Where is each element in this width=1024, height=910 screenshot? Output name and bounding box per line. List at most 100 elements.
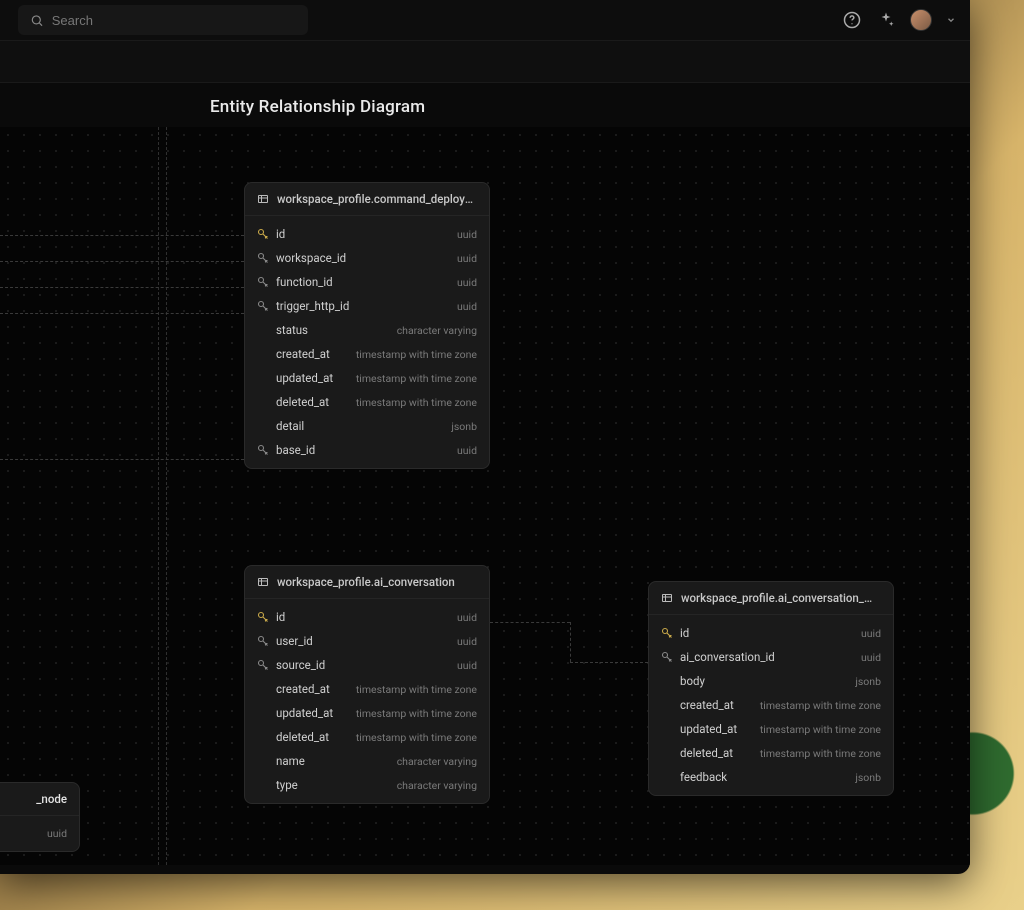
column-name: updated_at [680,722,737,736]
column-row: deleted_at timestamp with time zone [649,741,893,765]
column-name: name [276,754,305,768]
relation-line [570,662,648,663]
search-input[interactable] [52,13,296,28]
blank-icon [257,324,269,336]
column-row: user_iduuid [245,629,489,653]
column-type: jsonb [451,420,477,433]
relation-line [490,622,570,623]
column-row: function_id uuid [245,270,489,294]
column-row: updated_attimestamp with time zone [245,701,489,725]
column-name: source_id [276,658,325,672]
blank-icon [257,420,269,432]
foreign-key-icon [257,659,269,671]
column-type: timestamp with time zone [356,731,477,744]
column-row: updated_attimestamp with time zone [649,717,893,741]
column-row: deleted_at timestamp with time zone [245,725,489,749]
blank-icon [257,731,269,743]
column-row: typecharacter varying [245,773,489,797]
entity-name: workspace_profile.command_deployment [277,192,477,206]
blank-icon [661,699,673,711]
blank-icon [661,747,673,759]
column-row: ai_conversation_iduuid [649,645,893,669]
blank-icon [257,396,269,408]
help-icon [843,11,861,29]
column-name: trigger_http_id [276,299,349,313]
column-row: workspace_iduuid [245,246,489,270]
column-name: feedback [680,770,727,784]
column-type: uuid [457,300,477,313]
help-button[interactable] [842,10,862,30]
column-row: updated_at timestamp with time zone [245,366,489,390]
column-row: uuid [0,822,79,845]
column-type: timestamp with time zone [356,348,477,361]
guide-line [158,127,159,865]
column-row: bodyjsonb [649,669,893,693]
column-type: jsonb [855,771,881,784]
column-row: created_attimestamp with time zone [245,677,489,701]
column-name: detail [276,419,304,433]
column-row: created_attimestamp with time zone [649,693,893,717]
relation-line [0,313,244,314]
page-title: Entity Relationship Diagram [0,83,970,127]
relation-line [570,622,571,662]
blank-icon [257,372,269,384]
column-name: created_at [680,698,734,712]
blank-icon [257,348,269,360]
primary-key-icon [661,627,673,639]
relation-line [0,261,244,262]
column-type: jsonb [855,675,881,688]
foreign-key-icon [257,300,269,312]
search-icon [30,13,44,28]
column-row: id uuid [245,605,489,629]
foreign-key-icon [661,651,673,663]
foreign-key-icon [257,444,269,456]
column-type: timestamp with time zone [760,747,881,760]
erd-canvas[interactable]: _node uuid workspace_profile.command_dep… [0,127,970,865]
primary-key-icon [257,228,269,240]
chevron-down-icon[interactable] [946,15,956,25]
secondary-bar [0,41,970,83]
column-type: uuid [861,627,881,640]
column-name: deleted_at [680,746,733,760]
column-name: created_at [276,682,330,696]
column-row: iduuid [649,621,893,645]
column-name: user_id [276,634,313,648]
user-avatar[interactable] [910,9,932,31]
column-row: base_iduuid [245,438,489,462]
column-name: workspace_id [276,251,346,265]
column-type: uuid [861,651,881,664]
column-type: timestamp with time zone [356,372,477,385]
column-name: created_at [276,347,330,361]
column-row: created_at timestamp with time zone [245,342,489,366]
foreign-key-icon [257,276,269,288]
column-name: updated_at [276,371,333,385]
entity-header: workspace_profile.ai_conversation_messag… [649,582,893,615]
column-type: character varying [397,324,477,337]
column-type: uuid [457,611,477,624]
blank-icon [661,771,673,783]
blank-icon [661,723,673,735]
topbar [0,0,970,41]
column-type: uuid [457,276,477,289]
column-row: feedback jsonb [649,765,893,789]
column-name: id [276,610,285,624]
entity-card[interactable]: workspace_profile.ai_conversationiduuidu… [244,565,490,804]
ai-sparkle-button[interactable] [876,10,896,30]
column-row: trigger_http_id uuid [245,294,489,318]
column-row: deleted_attimestamp with time zone [245,390,489,414]
column-type: timestamp with time zone [356,396,477,409]
column-name: updated_at [276,706,333,720]
blank-icon [257,683,269,695]
entity-card-partial[interactable]: _node uuid [0,782,80,852]
column-name: function_id [276,275,333,289]
column-row: namecharacter varying [245,749,489,773]
column-name: deleted_at [276,730,329,744]
foreign-key-icon [257,252,269,264]
entity-card[interactable]: workspace_profile.ai_conversation_messag… [648,581,894,796]
relation-line [0,459,244,460]
entity-card[interactable]: workspace_profile.command_deploymentiduu… [244,182,490,469]
search-box[interactable] [18,5,308,35]
column-name: type [276,778,298,792]
column-name: status [276,323,308,337]
blank-icon [257,755,269,767]
